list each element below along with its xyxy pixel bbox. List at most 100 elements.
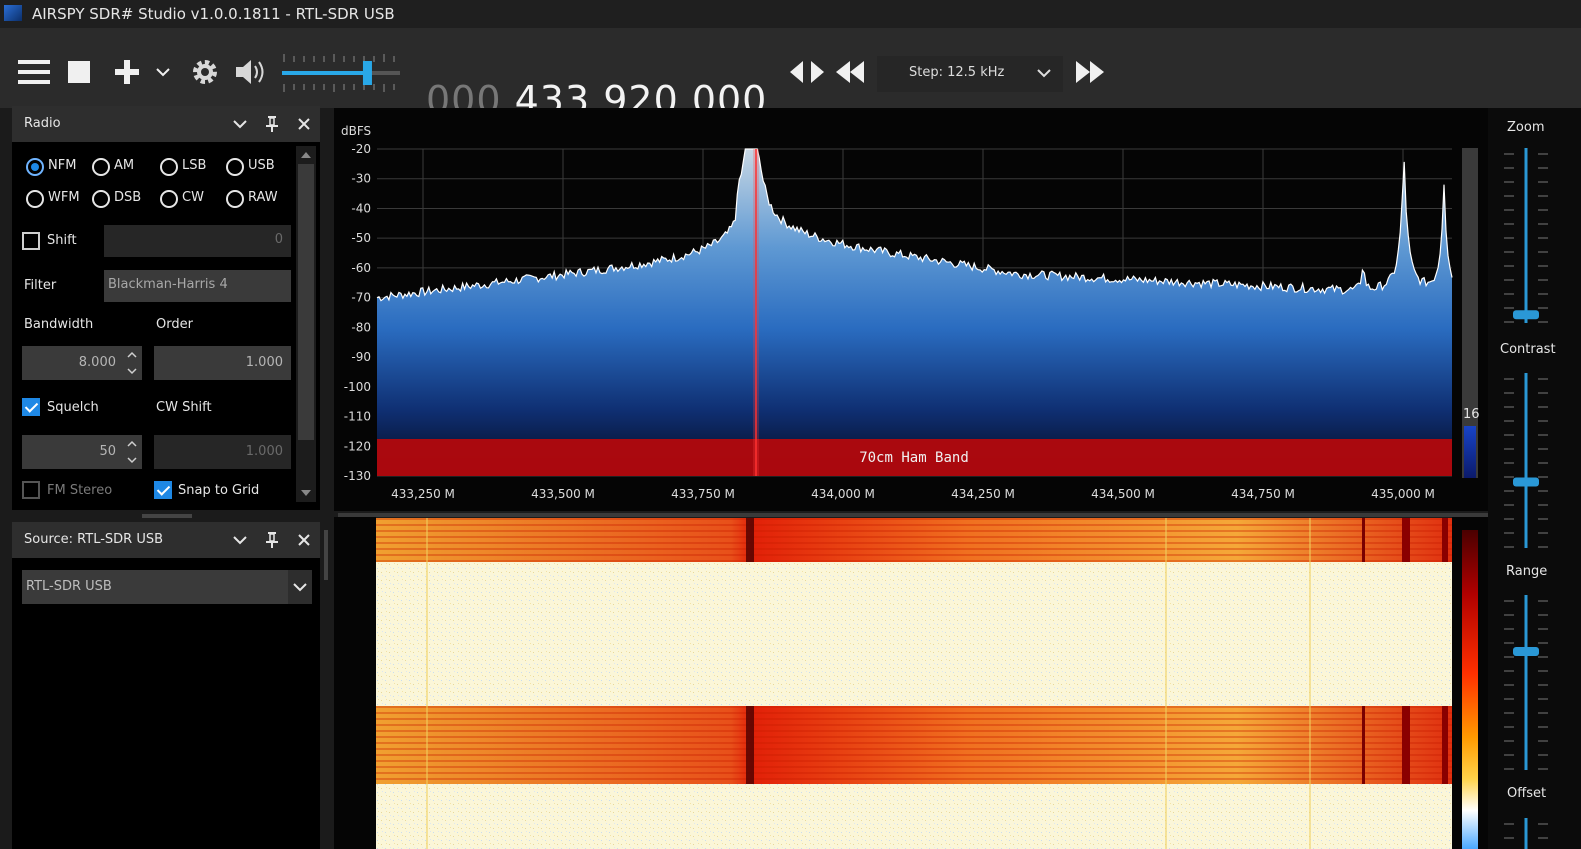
radio-panel-header: Radio: [12, 106, 320, 142]
step-back-icon[interactable]: [836, 61, 864, 83]
waterfall-stripe: [376, 736, 1452, 738]
app-logo-icon: [4, 5, 22, 21]
radio-selected-indicator: [26, 158, 44, 176]
waterfall-stripe: [376, 730, 1452, 732]
step-forward-icon[interactable]: [1076, 61, 1104, 83]
spectrum-waterfall-splitter[interactable]: [338, 513, 1488, 517]
mode-label: LSB: [182, 158, 207, 173]
x-tick-label: 433,750 M: [671, 487, 735, 501]
chevron-down-icon[interactable]: [155, 66, 171, 78]
order-value: 1.000: [245, 355, 283, 370]
x-tick-label: 434,750 M: [1231, 487, 1295, 501]
spectrum-plot[interactable]: -20 -30 -40 -50 -60 -70 -80 -90 -100 -110 -120 -130…: [334, 108, 1488, 511]
fm-stereo-checkbox[interactable]: [22, 481, 40, 499]
close-icon[interactable]: [298, 534, 310, 546]
y-tick-label: -100: [344, 380, 371, 394]
filter-select[interactable]: Blackman-Harris 4: [104, 270, 291, 302]
menu-icon[interactable]: [18, 58, 50, 86]
step-select[interactable]: Step: 12.5 kHz: [877, 56, 1063, 92]
squelch-input[interactable]: 50: [22, 435, 142, 469]
scroll-up-icon[interactable]: [301, 152, 311, 158]
waterfall-stripe: [376, 542, 1452, 544]
y-tick-label: -130: [344, 469, 371, 483]
waterfall-carrier-line: [1402, 518, 1410, 562]
add-icon[interactable]: [115, 60, 139, 84]
waterfall-carrier-line: [1442, 518, 1448, 562]
pin-icon[interactable]: [266, 116, 278, 132]
snap-to-grid-checkbox[interactable]: [154, 481, 172, 499]
waterfall-stripe: [376, 718, 1452, 720]
waterfall-stripe: [376, 772, 1452, 774]
toolbar: 000.433.920.000 Step: 12.5 kHz: [0, 28, 1581, 122]
window-title: AIRSPY SDR# Studio v1.0.0.1811 - RTL-SDR…: [32, 5, 395, 23]
spin-arrows-icon[interactable]: [126, 349, 138, 377]
radio-indicator: [26, 190, 44, 208]
shift-label: Shift: [47, 233, 77, 248]
waterfall-view[interactable]: [376, 518, 1452, 849]
radio-indicator: [92, 190, 110, 208]
waterfall-stripe: [376, 712, 1452, 714]
waterfall-carrier-line: [1362, 518, 1365, 562]
radio-indicator: [92, 158, 110, 176]
speaker-icon[interactable]: [234, 58, 268, 86]
waterfall-carrier-line: [1442, 706, 1448, 784]
scrollbar-thumb[interactable]: [298, 164, 314, 440]
level-fill: [1464, 426, 1476, 478]
mode-label: NFM: [48, 158, 77, 173]
waterfall-stripe: [376, 760, 1452, 762]
vertical-splitter[interactable]: [324, 530, 328, 580]
order-input[interactable]: 1.000: [154, 346, 291, 380]
waterfall-stripe: [376, 706, 1452, 708]
shift-checkbox[interactable]: [22, 232, 40, 250]
scroll-down-icon[interactable]: [301, 490, 311, 496]
display-sliders[interactable]: [1488, 108, 1581, 849]
panel-splitter[interactable]: [142, 514, 192, 518]
chevron-down-icon: [1037, 69, 1051, 78]
band-plan-label: 70cm Ham Band: [859, 450, 969, 466]
chevron-down-icon[interactable]: [233, 119, 247, 129]
cwshift-value: 1.000: [245, 444, 283, 459]
waterfall-stripe: [376, 530, 1452, 532]
chevron-down-icon[interactable]: [233, 535, 247, 545]
waterfall-stripe: [376, 560, 1452, 562]
waterfall-background: [376, 518, 1452, 849]
slider-thumb[interactable]: [1513, 310, 1539, 320]
device-value: RTL-SDR USB: [26, 579, 112, 594]
radio-indicator: [226, 190, 244, 208]
slider-thumb[interactable]: [1513, 477, 1539, 487]
slider-thumb[interactable]: [1513, 647, 1539, 656]
waterfall-stripe: [376, 524, 1452, 526]
x-tick-label: 435,000 M: [1371, 487, 1435, 501]
gear-icon[interactable]: [190, 57, 220, 87]
radio-indicator: [226, 158, 244, 176]
source-panel-title: Source: RTL-SDR USB: [24, 532, 164, 547]
spectrum-side-value: 16: [1463, 407, 1480, 422]
stop-icon[interactable]: [68, 61, 90, 83]
x-tick-label: 434,500 M: [1091, 487, 1155, 501]
pin-icon[interactable]: [266, 532, 278, 548]
device-dropdown-button[interactable]: [288, 570, 312, 604]
shift-input[interactable]: 0: [104, 225, 291, 257]
y-tick-label: -90: [351, 350, 371, 364]
mode-label: DSB: [114, 190, 142, 205]
waterfall-stripe: [376, 766, 1452, 768]
y-tick-label: -30: [351, 172, 371, 186]
bandwidth-input[interactable]: 8.000: [22, 346, 142, 380]
volume-slider[interactable]: [280, 48, 404, 98]
squelch-checkbox[interactable]: [22, 398, 40, 416]
y-tick-label: -50: [351, 231, 371, 245]
source-panel: Source: RTL-SDR USB RTL-SDR USB: [12, 522, 320, 849]
x-tick-label: 434,250 M: [951, 487, 1015, 501]
waterfall-carrier-line: [746, 706, 754, 784]
fm-stereo-label: FM Stereo: [47, 483, 113, 498]
close-icon[interactable]: [298, 118, 310, 130]
device-select[interactable]: RTL-SDR USB: [22, 570, 312, 604]
tune-center-icon[interactable]: [790, 61, 824, 83]
spin-arrows-icon[interactable]: [126, 438, 138, 466]
waterfall-carrier-line: [1362, 706, 1365, 784]
radio-panel-scrollbar[interactable]: [296, 146, 316, 502]
y-tick-label: -80: [351, 320, 371, 334]
title-bar: AIRSPY SDR# Studio v1.0.0.1811 - RTL-SDR…: [0, 0, 1581, 28]
cwshift-input[interactable]: 1.000: [154, 435, 291, 469]
radio-panel-title: Radio: [24, 116, 61, 131]
